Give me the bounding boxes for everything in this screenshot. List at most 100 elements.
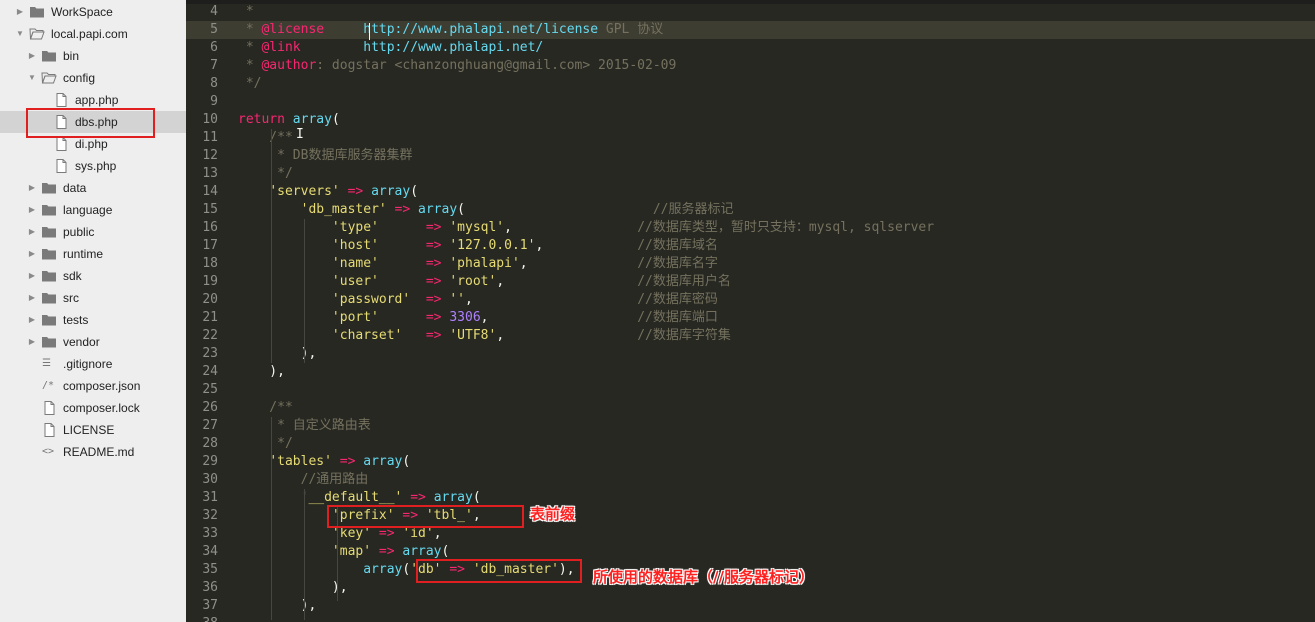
code-line[interactable]: 19 'user' => 'root', //数据库用户名 — [186, 273, 1315, 291]
line-number: 8 — [210, 76, 218, 91]
code-line[interactable]: 34 'map' => array( — [186, 543, 1315, 561]
chevron-right-icon[interactable]: ▶ — [26, 177, 38, 199]
code-token: , — [433, 526, 442, 541]
chevron-right-icon[interactable]: ▶ — [26, 287, 38, 309]
tree-item-sys-php[interactable]: sys.php — [0, 155, 186, 177]
code-token: => — [425, 274, 442, 289]
code-token: 'tables' — [269, 454, 332, 469]
tree-item-readme-md[interactable]: <> README.md — [0, 441, 186, 463]
code-line[interactable]: 15 'db_master' => array( //服务器标记 — [186, 201, 1315, 219]
code-line[interactable]: 16 'type' => 'mysql', //数据库类型，暂时只支持：mysq… — [186, 219, 1315, 237]
tree-item-bin[interactable]: ▶ bin — [0, 45, 186, 67]
code-line[interactable]: 8 */ — [186, 75, 1315, 93]
tree-item-license[interactable]: LICENSE — [0, 419, 186, 441]
code-line[interactable]: 13 */ — [186, 165, 1315, 183]
line-number: 27 — [202, 418, 218, 433]
tree-item-src[interactable]: ▶ src — [0, 287, 186, 309]
tree-item-workspace[interactable]: ▶ WorkSpace — [0, 1, 186, 23]
code-line[interactable]: 30 //通用路由 — [186, 471, 1315, 489]
code-token: ( — [410, 184, 419, 199]
chevron-right-icon[interactable]: ▶ — [26, 199, 38, 221]
code-text: 'user' => 'root', //数据库用户名 — [238, 273, 731, 291]
code-token: * — [238, 58, 262, 73]
code-line[interactable]: 20 'password' => '', //数据库密码 — [186, 291, 1315, 309]
code-token: , — [480, 310, 638, 325]
code-text: 'servers' => array( — [238, 183, 418, 201]
chevron-right-icon[interactable]: ▶ — [26, 265, 38, 287]
code-line[interactable]: 26 /** — [186, 399, 1315, 417]
code-line[interactable]: 37 ), — [186, 597, 1315, 615]
chevron-right-icon[interactable]: ▶ — [26, 331, 38, 353]
code-editor[interactable]: 4 * 5 * @license http://www.phalapi.net/l… — [186, 0, 1315, 622]
tree-item-config[interactable]: ▼ config — [0, 67, 186, 89]
code-line[interactable]: 22 'charset' => 'UTF8', //数据库字符集 — [186, 327, 1315, 345]
code-token: 'password' — [331, 292, 411, 307]
chevron-right-icon[interactable]: ▶ — [26, 309, 38, 331]
tree-item-composer-json[interactable]: /* composer.json — [0, 375, 186, 397]
code-token: 'db_master' — [300, 202, 387, 217]
code-line[interactable]: 11 /** — [186, 129, 1315, 147]
code-text: ), — [238, 579, 348, 597]
code-token: '127.0.0.1' — [449, 238, 536, 253]
chevron-right-icon[interactable]: ▶ — [26, 221, 38, 243]
code-line[interactable]: 18 'name' => 'phalapi', //数据库名字 — [186, 255, 1315, 273]
tree-item-gitignore[interactable]: ☰ .gitignore — [0, 353, 186, 375]
code-line[interactable]: 12 * DB数据库服务器集群 — [186, 147, 1315, 165]
line-number: 10 — [202, 112, 218, 127]
code-line[interactable]: 5 * @license http://www.phalapi.net/lice… — [186, 21, 1315, 39]
tree-item-label: sys.php — [75, 159, 117, 173]
line-number: 15 — [202, 202, 218, 217]
code-token: */ — [238, 436, 293, 451]
line-number: 35 — [202, 562, 218, 577]
chevron-right-icon[interactable]: ▶ — [14, 1, 26, 23]
code-line[interactable]: 4 * — [186, 3, 1315, 21]
chevron-down-icon[interactable]: ▼ — [26, 67, 38, 89]
tree-item-label: LICENSE — [63, 423, 115, 437]
indent-guide — [304, 489, 305, 620]
code-token: 'charset' — [331, 328, 403, 343]
code-line[interactable]: 6 * @link http://www.phalapi.net/ — [186, 39, 1315, 57]
chevron-down-icon[interactable]: ▼ — [14, 23, 26, 45]
code-line[interactable]: 38 — [186, 615, 1315, 622]
line-number: 23 — [202, 346, 218, 361]
code-line[interactable]: 29 'tables' => array( — [186, 453, 1315, 471]
code-text: return array( — [238, 111, 340, 129]
code-line[interactable]: 10 return array( — [186, 111, 1315, 129]
code-token: '' — [449, 292, 465, 307]
selected-file-highlight — [26, 108, 155, 138]
tree-item-label: data — [63, 181, 87, 195]
tree-item-tests[interactable]: ▶ tests — [0, 309, 186, 331]
code-text: 'host' => '127.0.0.1', //数据库域名 — [238, 237, 718, 255]
tree-item-composer-lock[interactable]: composer.lock — [0, 397, 186, 419]
code-line[interactable]: 24 ), — [186, 363, 1315, 381]
code-line[interactable]: 17 'host' => '127.0.0.1', //数据库域名 — [186, 237, 1315, 255]
tree-item-local-papi-com[interactable]: ▼ local.papi.com — [0, 23, 186, 45]
code-line[interactable]: 21 'port' => 3306, //数据库端口 — [186, 309, 1315, 327]
code-line[interactable]: 28 */ — [186, 435, 1315, 453]
code-token: ( — [402, 454, 411, 469]
tree-item-data[interactable]: ▶ data — [0, 177, 186, 199]
chevron-right-icon[interactable]: ▶ — [26, 45, 38, 67]
tree-item-public[interactable]: ▶ public — [0, 221, 186, 243]
text-cursor — [369, 23, 370, 40]
code-line[interactable]: 9 — [186, 93, 1315, 111]
code-line[interactable]: 25 — [186, 381, 1315, 399]
tree-item-vendor[interactable]: ▶ vendor — [0, 331, 186, 353]
tree-item-language[interactable]: ▶ language — [0, 199, 186, 221]
folder-icon — [42, 205, 56, 216]
code-token: //数据库域名 — [637, 238, 718, 253]
code-line[interactable]: 14 'servers' => array( — [186, 183, 1315, 201]
code-line[interactable]: 7 * @author: dogstar <chanzonghuang@gmai… — [186, 57, 1315, 75]
tree-item-sdk[interactable]: ▶ sdk — [0, 265, 186, 287]
code-line[interactable]: 23 ), — [186, 345, 1315, 363]
chevron-right-icon[interactable]: ▶ — [26, 243, 38, 265]
line-number: 19 — [202, 274, 218, 289]
code-line[interactable]: 27 * 自定义路由表 — [186, 417, 1315, 435]
tree-item-runtime[interactable]: ▶ runtime — [0, 243, 186, 265]
tree-item-label: runtime — [63, 247, 104, 261]
file-icon — [56, 159, 67, 173]
